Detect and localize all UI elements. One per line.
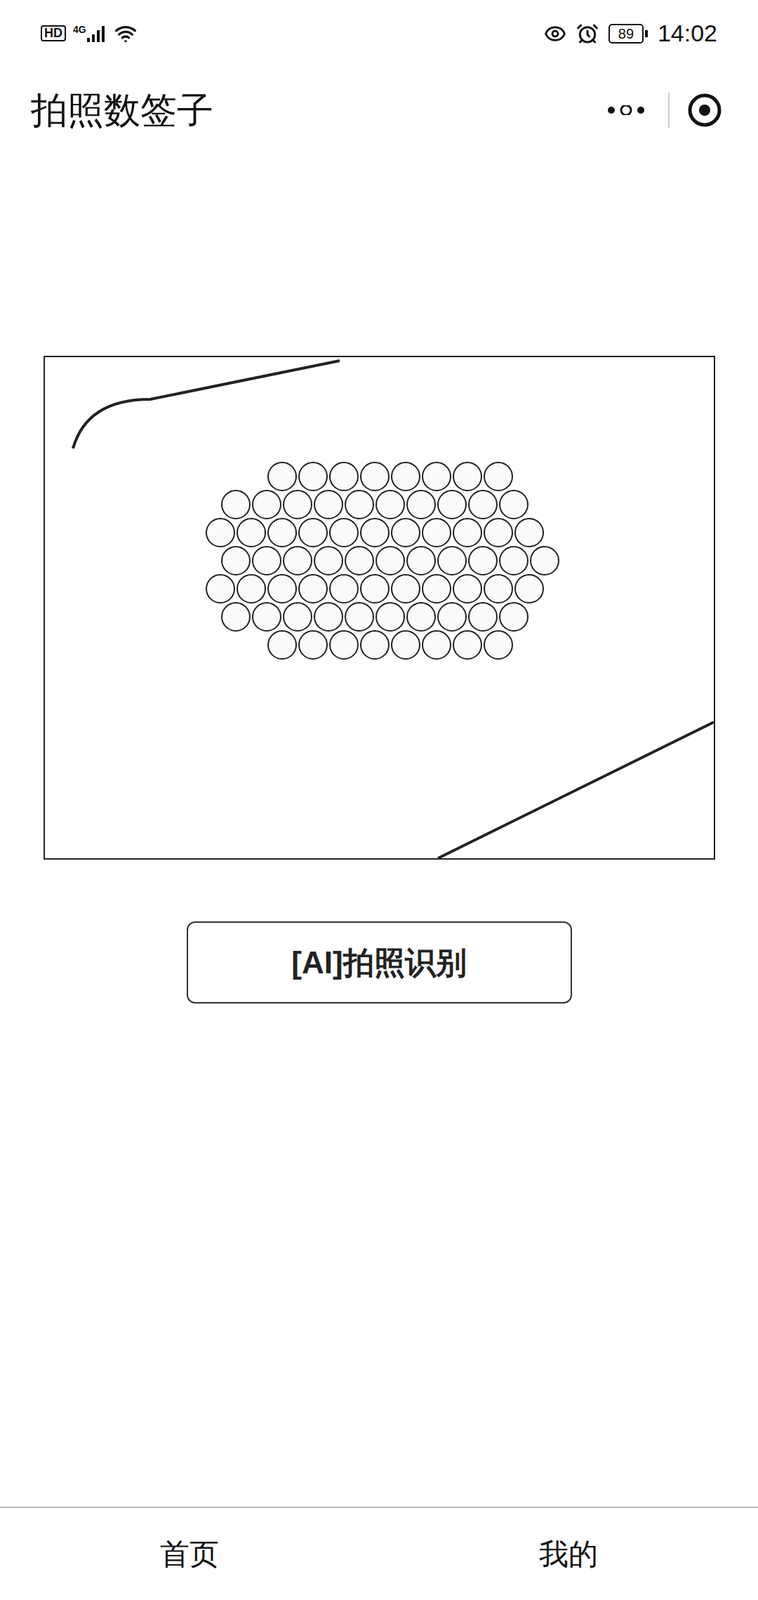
skewers-photo-icon xyxy=(44,357,714,859)
tab-item[interactable]: 我的 xyxy=(379,1508,758,1600)
more-button[interactable] xyxy=(583,89,669,132)
tab-item[interactable]: 首页 xyxy=(0,1508,379,1600)
close-button[interactable] xyxy=(669,89,740,132)
app-screen: HD 4G 89 14:02 拍照数签子 [AI]拍照识别首页我的 xyxy=(0,0,758,1600)
status-time: 14:02 xyxy=(657,15,718,52)
alarm-icon xyxy=(576,22,599,45)
wifi-icon xyxy=(114,22,137,45)
signal-icon xyxy=(86,24,108,43)
hd-badge: HD xyxy=(40,25,66,43)
tab-bar: 首页我的 xyxy=(0,1506,758,1600)
network-label: 4G xyxy=(72,24,87,35)
battery: 89 xyxy=(608,23,648,44)
eye-icon xyxy=(543,22,567,45)
more-icon xyxy=(606,105,646,116)
ai-recognize-button[interactable]: [AI]拍照识别 xyxy=(186,921,573,1004)
target-icon xyxy=(687,92,723,128)
status-bar: HD 4G 89 14:02 xyxy=(0,0,758,67)
nav-bar: 拍照数签子 xyxy=(0,66,758,154)
page-title: 拍照数签子 xyxy=(30,82,214,138)
photo-preview xyxy=(43,355,716,860)
